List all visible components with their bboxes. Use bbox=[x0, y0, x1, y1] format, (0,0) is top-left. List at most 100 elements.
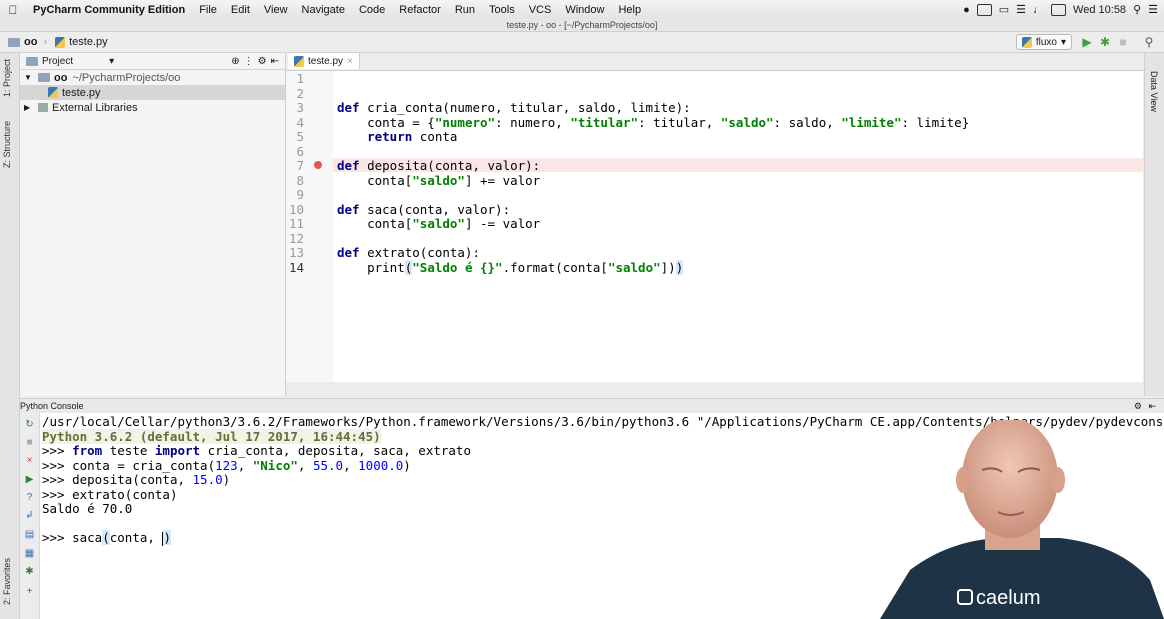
python-file-icon bbox=[55, 36, 66, 48]
search-everywhere-icon[interactable]: ⚲ bbox=[1142, 35, 1156, 49]
wifi-icon[interactable]: ☰ bbox=[1016, 3, 1026, 16]
console-current-input[interactable]: >>> saca(conta, ) bbox=[42, 530, 171, 546]
python-file-icon bbox=[294, 55, 304, 67]
line-number: 4 bbox=[296, 114, 304, 130]
line-number: 1 bbox=[296, 71, 304, 86]
run-icon[interactable]: ▶ bbox=[1080, 35, 1094, 49]
line-number: 11 bbox=[288, 216, 304, 231]
menu-file[interactable]: File bbox=[192, 4, 224, 16]
right-tool-stripe: Data View bbox=[1144, 53, 1164, 396]
add-icon[interactable]: + bbox=[23, 585, 36, 598]
menu-window[interactable]: Window bbox=[558, 4, 611, 16]
code-line-11: conta["saldo"] -= valor bbox=[337, 216, 541, 231]
editor-gutter: 1 2 3 4 5 6 7 8 9 10 11 12 13 14 bbox=[286, 71, 334, 382]
help-icon[interactable]: ? bbox=[23, 491, 36, 504]
line-number: 3 bbox=[296, 100, 304, 115]
tree-item-root[interactable]: ▼ oo ~/PycharmProjects/oo bbox=[20, 70, 285, 85]
code-editor[interactable]: def cria_conta(numero, titular, saldo, l… bbox=[333, 71, 1143, 382]
console-input-line: >>> from teste import cria_conta, deposi… bbox=[42, 443, 471, 458]
tab-project[interactable]: 1: Project bbox=[2, 59, 12, 97]
menu-edit[interactable]: Edit bbox=[224, 4, 257, 16]
code-line-10: def saca(conta, valor): bbox=[337, 201, 511, 217]
code-line-14: print("Saldo é {}".format(conta["saldo"]… bbox=[337, 259, 684, 275]
gear-icon[interactable]: ⚙ bbox=[1134, 399, 1142, 413]
gear-icon[interactable]: ⚙ bbox=[258, 56, 267, 67]
menu-app-name[interactable]: PyCharm Community Edition bbox=[26, 4, 192, 16]
editor-tab-bar: teste.py × bbox=[286, 53, 1143, 71]
breakpoint-icon[interactable] bbox=[314, 161, 322, 169]
breadcrumb-label: teste.py bbox=[69, 36, 108, 48]
menu-help[interactable]: Help bbox=[611, 4, 648, 16]
mac-menubar:  PyCharm Community Edition File Edit Vi… bbox=[0, 0, 1164, 20]
line-number: 7 bbox=[296, 158, 304, 173]
project-view-select[interactable]: Project bbox=[42, 56, 73, 67]
record-icon[interactable]: ● bbox=[963, 4, 970, 16]
hide-icon[interactable]: ⇤ bbox=[271, 56, 279, 67]
line-number: 9 bbox=[296, 187, 304, 202]
console-output-line: Saldo é 70.0 bbox=[42, 501, 133, 516]
console-toolbar: ↻ ■ × ▶ ? ↲ ▤ ▦ ✱ + bbox=[20, 413, 40, 619]
stop-icon[interactable]: ■ bbox=[23, 436, 36, 449]
tab-favorites[interactable]: 2: Favorites bbox=[2, 558, 12, 605]
notifications-icon[interactable]: ☰ bbox=[1148, 3, 1158, 16]
tree-item-teste-py[interactable]: teste.py bbox=[20, 85, 285, 100]
clock[interactable]: Wed 10:58 bbox=[1073, 4, 1126, 16]
collapse-icon[interactable]: ⋮ bbox=[244, 56, 254, 67]
search-icon[interactable]: ⚲ bbox=[1133, 3, 1141, 16]
code-line-5: return conta bbox=[367, 129, 458, 144]
tab-structure[interactable]: Z: Structure bbox=[2, 121, 12, 168]
menu-run[interactable]: Run bbox=[448, 4, 482, 16]
screen-icon[interactable] bbox=[976, 3, 992, 16]
menu-code[interactable]: Code bbox=[352, 4, 392, 16]
hide-icon[interactable]: ⇤ bbox=[1148, 399, 1156, 413]
breadcrumb-file[interactable]: teste.py bbox=[55, 36, 108, 48]
tab-teste-py[interactable]: teste.py × bbox=[288, 53, 360, 69]
volume-icon[interactable]: ♩ bbox=[1033, 4, 1044, 16]
locate-icon[interactable]: ⊕ bbox=[231, 56, 239, 67]
line-number: 8 bbox=[296, 172, 304, 188]
menu-view[interactable]: View bbox=[257, 4, 295, 16]
battery-icon[interactable] bbox=[1051, 3, 1067, 16]
python-file-icon bbox=[48, 87, 58, 98]
debug-icon[interactable]: ✱ bbox=[1098, 35, 1112, 49]
folder-icon bbox=[26, 56, 38, 66]
navigation-bar: oo › teste.py fluxo ▾ ▶ ✱ ■ ⚲ bbox=[0, 32, 1164, 53]
library-icon bbox=[38, 103, 48, 112]
console-header: Python Console ⚙ ⇤ bbox=[20, 398, 1164, 413]
tab-data-view[interactable]: Data View bbox=[1149, 71, 1159, 112]
airplay-icon[interactable]: ▭ bbox=[999, 3, 1009, 16]
window-title: teste.py - oo - [~/PycharmProjects/oo] bbox=[0, 19, 1164, 32]
soft-wrap-icon[interactable]: ↲ bbox=[23, 509, 36, 522]
run-configuration-label: fluxo bbox=[1035, 36, 1057, 48]
execute-icon[interactable]: ▶ bbox=[23, 473, 36, 486]
stop-icon[interactable]: ■ bbox=[1116, 35, 1130, 49]
tree-item-external-libraries[interactable]: ▶ External Libraries bbox=[20, 100, 285, 115]
apple-icon[interactable]:  bbox=[0, 3, 26, 17]
tab-label: teste.py bbox=[308, 55, 344, 67]
close-icon[interactable]: × bbox=[23, 454, 36, 467]
folder-icon bbox=[8, 37, 20, 47]
menu-vcs[interactable]: VCS bbox=[522, 4, 559, 16]
run-configuration-select[interactable]: fluxo ▾ bbox=[1015, 34, 1072, 50]
chevron-down-icon[interactable]: ▼ bbox=[24, 73, 34, 82]
debug-icon[interactable]: ✱ bbox=[23, 565, 36, 578]
variables-icon[interactable]: ▦ bbox=[23, 547, 36, 560]
breadcrumb-project[interactable]: oo bbox=[8, 36, 37, 48]
tree-libraries-label: External Libraries bbox=[52, 101, 138, 114]
project-panel: Project ▾ ⊕ ⋮ ⚙ ⇤ ▼ oo ~/PycharmProjects… bbox=[20, 53, 286, 396]
console-input-line: >>> conta = cria_conta(123, "Nico", 55.0… bbox=[42, 457, 411, 473]
line-number: 2 bbox=[296, 85, 304, 101]
rerun-icon[interactable]: ↻ bbox=[23, 418, 36, 431]
menu-navigate[interactable]: Navigate bbox=[295, 4, 352, 16]
chevron-right-icon[interactable]: ▶ bbox=[24, 103, 34, 112]
line-number: 6 bbox=[296, 143, 304, 159]
history-icon[interactable]: ▤ bbox=[23, 528, 36, 541]
close-icon[interactable]: × bbox=[347, 56, 353, 67]
chevron-down-icon[interactable]: ▾ bbox=[109, 56, 114, 67]
menu-tools[interactable]: Tools bbox=[482, 4, 522, 16]
status-menus: ● ▭ ☰ ♩ Wed 10:58 ⚲ ☰ bbox=[963, 0, 1158, 19]
code-line-8: conta["saldo"] += valor bbox=[337, 172, 541, 188]
menu-refactor[interactable]: Refactor bbox=[392, 4, 448, 16]
line-number: 12 bbox=[288, 230, 304, 246]
line-number: 5 bbox=[296, 129, 304, 144]
